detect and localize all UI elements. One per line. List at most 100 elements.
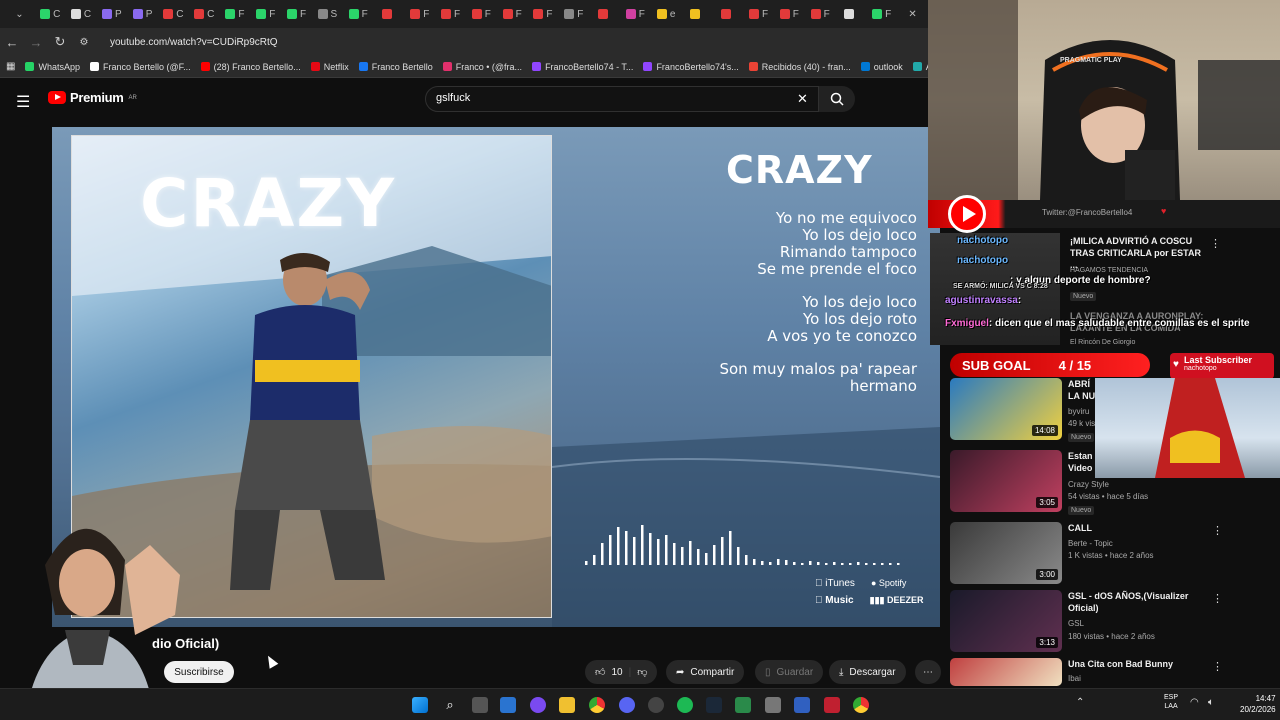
browser-tab[interactable]: F xyxy=(558,3,589,25)
bookmark-item[interactable]: (28) Franco Bertello... xyxy=(200,62,301,72)
browser-tab[interactable] xyxy=(589,3,620,25)
tab-favicon-icon xyxy=(101,9,112,19)
spotify-icon[interactable] xyxy=(677,697,693,713)
browser-tab[interactable]: F xyxy=(805,3,836,25)
share-button[interactable]: ➦ Compartir xyxy=(666,660,745,684)
bookmark-item[interactable]: FrancoBertello74 - T... xyxy=(532,62,633,72)
browser-tab[interactable]: C xyxy=(158,3,189,25)
app-icon[interactable] xyxy=(735,697,751,713)
wifi-icon[interactable]: ◠ xyxy=(1190,697,1199,708)
site-info-icon[interactable]: ⚙ xyxy=(72,37,96,48)
forward-icon[interactable]: → xyxy=(24,35,48,50)
search-input[interactable]: gslfuck xyxy=(425,86,819,112)
clear-search-icon[interactable]: ✕ xyxy=(797,91,808,107)
more-options-icon[interactable]: ⋮ xyxy=(1212,524,1223,537)
youtube-premium-logo[interactable]: Premium AR xyxy=(48,90,137,105)
waveform-bar xyxy=(705,553,708,565)
reload-icon[interactable]: ↻ xyxy=(48,34,72,50)
steam-icon[interactable] xyxy=(706,697,722,713)
itunes-logo:  iTunes xyxy=(815,578,855,589)
url-field[interactable]: youtube.com/watch?v=CUDiRp9cRtQ xyxy=(110,37,278,48)
browser-tab[interactable]: F xyxy=(528,3,559,25)
chrome-icon[interactable] xyxy=(853,697,869,713)
browser-tab[interactable]: F xyxy=(743,3,774,25)
more-options-icon[interactable]: ⋮ xyxy=(1210,237,1221,250)
tab-favicon-icon xyxy=(410,9,421,19)
browser-tab[interactable]: F xyxy=(343,3,374,25)
like-button[interactable]: 👍︎ 10 xyxy=(595,666,623,679)
language-indicator[interactable]: ESP LAA xyxy=(1164,693,1178,711)
thumbs-down-icon[interactable]: 👎︎ xyxy=(637,666,647,678)
search-button[interactable] xyxy=(819,86,855,112)
bookmark-item[interactable]: Netflix xyxy=(310,62,349,72)
bookmark-item[interactable]: Franco Bertello (@F... xyxy=(89,62,191,72)
browser-tab[interactable]: F xyxy=(774,3,805,25)
save-button[interactable]: ▯ Guardar xyxy=(755,660,824,684)
tab-favicon-icon xyxy=(287,9,298,19)
taskbar-search-icon[interactable]: ⌕ xyxy=(442,697,458,713)
browser-tab[interactable]: F xyxy=(250,3,281,25)
app-icon[interactable] xyxy=(648,697,664,713)
bookmark-item[interactable]: WhatsApp xyxy=(25,62,80,72)
browser-tab[interactable]: F xyxy=(281,3,312,25)
browser-tab[interactable]: C xyxy=(66,3,97,25)
app-icon[interactable] xyxy=(530,697,546,713)
bookmark-item[interactable]: outlook xyxy=(860,62,903,72)
back-icon[interactable]: ← xyxy=(0,35,24,50)
bookmark-item[interactable]: Franco • (@fra... xyxy=(442,62,522,72)
apps-icon[interactable]: ▦ xyxy=(6,61,15,72)
discord-icon[interactable] xyxy=(619,697,635,713)
browser-tab[interactable]: F xyxy=(404,3,435,25)
tray-chevron-icon[interactable]: ⌃ xyxy=(1076,697,1084,708)
bookmark-item[interactable]: Recibidos (40) - fran... xyxy=(748,62,851,72)
browser-tab[interactable]: C xyxy=(35,3,66,25)
waveform-bar xyxy=(633,537,636,565)
app-icon[interactable] xyxy=(824,697,840,713)
browser-tab[interactable]: F xyxy=(466,3,497,25)
browser-tab[interactable]: P xyxy=(96,3,127,25)
browser-tab[interactable]: F xyxy=(866,3,897,25)
recommendation-item[interactable]: 3:05 Estan Video Crazy Style 54 vistas •… xyxy=(950,450,1260,515)
hamburger-menu-icon[interactable]: ☰ xyxy=(16,92,30,112)
browser-tab[interactable]: F xyxy=(220,3,251,25)
browser-tab[interactable]: P xyxy=(127,3,158,25)
browser-tab[interactable] xyxy=(682,3,713,25)
recommendation-item[interactable]: 3:00 CALL Berte - Topic 1 K vistas • hac… xyxy=(950,522,1260,584)
recommendation-channel: El Rincón De Giorgio xyxy=(1070,339,1136,346)
recommendation-item[interactable]: 3:13 GSL - dOS AÑOS,(Visualizer Oficial)… xyxy=(950,590,1260,652)
browser-tab[interactable]: F xyxy=(435,3,466,25)
task-view-icon[interactable] xyxy=(472,697,488,713)
more-options-icon[interactable]: ⋮ xyxy=(1212,592,1223,605)
more-options-icon[interactable]: ⋮ xyxy=(1212,660,1223,673)
start-menu-icon[interactable] xyxy=(412,697,428,713)
browser-tab[interactable] xyxy=(836,3,867,25)
tab-favicon-icon xyxy=(471,9,482,19)
browser-tab[interactable]: S xyxy=(312,3,343,25)
app-icon[interactable] xyxy=(794,697,810,713)
recommendation-item[interactable]: Una Cita con Bad Bunny Ibai ⋮ xyxy=(950,658,1260,686)
volume-icon[interactable]: 🔈︎ xyxy=(1208,697,1214,708)
browser-tab[interactable] xyxy=(712,3,743,25)
spotify-logo: ● Spotify xyxy=(860,578,906,588)
bookmark-item[interactable]: Franco Bertello xyxy=(358,62,433,72)
browser-tab[interactable]: e xyxy=(651,3,682,25)
recommendation-item[interactable]: ¡MILICA ADVIRTIÓ A COSCU TRAS CRITICARLA… xyxy=(1070,235,1270,301)
chrome-icon[interactable] xyxy=(589,697,605,713)
bookmark-item[interactable]: Aler xyxy=(912,62,928,72)
browser-tab[interactable]: C xyxy=(189,3,220,25)
app-icon[interactable] xyxy=(765,697,781,713)
download-button[interactable]: ⤓ Descargar xyxy=(829,660,906,684)
recommendation-channel: Berte - Topic xyxy=(1068,539,1113,548)
more-actions-button[interactable]: ⋯ xyxy=(915,660,941,684)
browser-tab[interactable]: F xyxy=(497,3,528,25)
clock[interactable]: 14:47 20/2/2026 xyxy=(1240,693,1276,715)
close-tab-icon[interactable]: ✕ xyxy=(897,3,928,25)
browser-tab[interactable] xyxy=(374,3,405,25)
store-icon[interactable] xyxy=(500,697,516,713)
bookmarks-bar: ▦ WhatsApp Franco Bertello (@F... (28) Fra… xyxy=(0,56,928,78)
tab-list-button[interactable]: ⌄ xyxy=(4,3,35,25)
browser-tab[interactable]: F xyxy=(620,3,651,25)
recommendation-item[interactable]: 14:08 ABRÍ LA NU byviru 49 k vis Nuevo xyxy=(950,378,1260,442)
bookmark-item[interactable]: FrancoBertello74's... xyxy=(643,62,739,72)
file-explorer-icon[interactable] xyxy=(559,697,575,713)
